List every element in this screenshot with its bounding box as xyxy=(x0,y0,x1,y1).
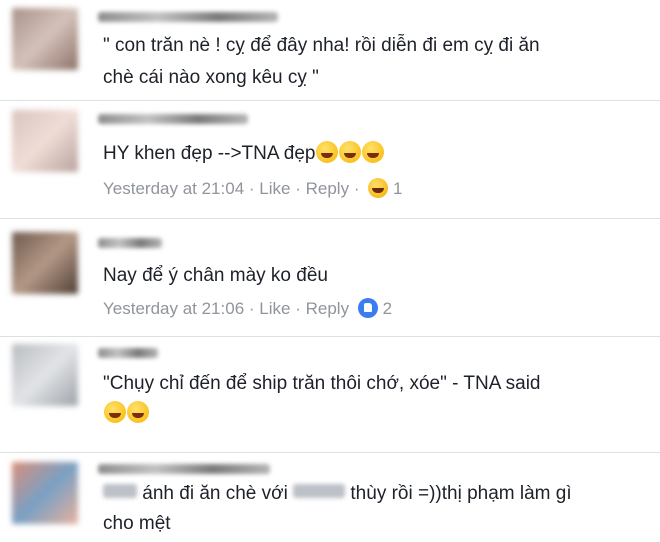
redacted-text xyxy=(293,484,346,498)
comment-text: " con trăn nè ! cỵ để đây nha! rồi diễn … xyxy=(103,35,540,88)
reaction-count[interactable]: 2 xyxy=(383,298,392,320)
commenter-name-redacted[interactable] xyxy=(98,348,158,358)
reply-link[interactable]: Reply xyxy=(306,178,349,200)
like-icon[interactable] xyxy=(357,298,378,318)
commenter-avatar[interactable] xyxy=(12,232,78,294)
reply-link[interactable]: Reply xyxy=(306,298,349,320)
redacted-text xyxy=(103,484,137,498)
comment-emoji-row xyxy=(103,400,149,428)
comment-timestamp[interactable]: Yesterday at 21:06 xyxy=(103,298,244,320)
comment-divider xyxy=(0,336,660,337)
commenter-name-redacted[interactable] xyxy=(98,114,248,124)
commenter-avatar[interactable] xyxy=(12,462,78,524)
commenter-name-redacted[interactable] xyxy=(98,238,162,248)
haha-icon[interactable] xyxy=(368,178,389,198)
comment-meta: Yesterday at 21:04 · Like · Reply · 1 xyxy=(103,178,403,200)
comment-divider xyxy=(0,100,660,101)
like-link[interactable]: Like xyxy=(259,178,290,200)
comment-meta: Yesterday at 21:06 · Like · Reply 2 xyxy=(103,298,393,320)
like-link[interactable]: Like xyxy=(259,298,290,320)
comment-text: Nay để ý chân mày ko đều xyxy=(103,265,328,286)
reaction-count[interactable]: 1 xyxy=(393,178,402,200)
laughing-tears-icon xyxy=(127,401,149,423)
comment-text: "Chụy chỉ đến để ship trăn thôi chớ, xóe… xyxy=(103,373,541,394)
laughing-tears-icon xyxy=(104,401,126,423)
comment-divider xyxy=(0,452,660,453)
laughing-tears-icon xyxy=(339,141,362,163)
commenter-name-redacted[interactable] xyxy=(98,12,278,22)
commenter-avatar[interactable] xyxy=(12,110,78,172)
comment-text: HY khen đẹp -->TNA đẹp xyxy=(103,140,385,168)
commenter-avatar[interactable] xyxy=(12,8,78,70)
laughing-tears-icon xyxy=(362,141,385,163)
commenter-name-redacted[interactable] xyxy=(98,464,270,474)
laughing-tears-icon xyxy=(316,141,339,163)
comment-divider xyxy=(0,218,660,219)
commenter-avatar[interactable] xyxy=(12,344,78,406)
comment-text: ánh đi ăn chè với thùy rồi =))thị phạm l… xyxy=(103,483,572,534)
comment-timestamp[interactable]: Yesterday at 21:04 xyxy=(103,178,244,200)
